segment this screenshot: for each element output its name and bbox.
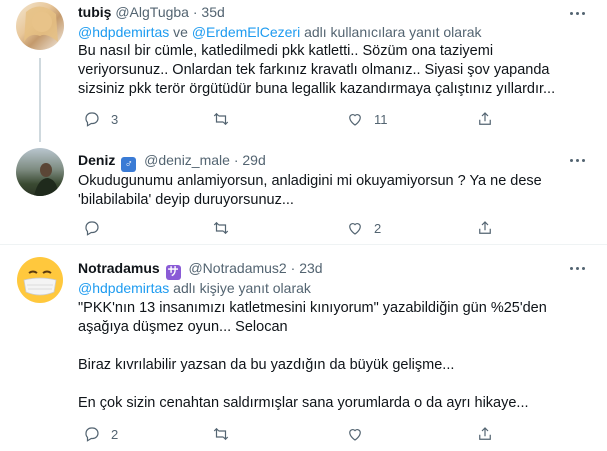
separator-dot: · — [290, 260, 296, 276]
reply-count: 3 — [111, 111, 119, 127]
like-button[interactable] — [346, 424, 374, 444]
display-name[interactable]: Deniz — [78, 152, 115, 168]
share-button[interactable] — [476, 424, 494, 444]
avatar[interactable] — [16, 2, 64, 50]
reply-text: ve — [169, 24, 192, 40]
divider — [0, 244, 607, 245]
share-button[interactable] — [476, 218, 494, 238]
mention-link[interactable]: @hdpdemirtas — [78, 280, 169, 296]
avatar[interactable] — [16, 148, 64, 196]
separator-dot: · — [233, 152, 239, 168]
reply-button[interactable]: 3 — [83, 109, 118, 129]
reply-button[interactable] — [83, 218, 111, 238]
reply-context: @hdpdemirtas adlı kişiye yanıt olarak — [78, 279, 311, 297]
like-count: 11 — [374, 111, 388, 127]
reply-text: adlı kişiye yanıt olarak — [169, 280, 311, 296]
reply-icon — [85, 427, 99, 442]
tweet-time[interactable]: 29d — [242, 152, 265, 168]
mention-link[interactable]: @ErdemElCezeri — [192, 24, 300, 40]
avatar[interactable] — [16, 256, 64, 304]
verified-badge-icon: サ — [165, 265, 181, 280]
male-sign-icon: ♂ — [121, 157, 137, 172]
share-icon — [479, 427, 491, 440]
share-icon — [479, 112, 491, 125]
user-handle[interactable]: @AlgTugba — [115, 4, 189, 20]
tweet-text: Okudugunumu anlamiyorsun, anladigini mi … — [78, 173, 542, 208]
user-handle[interactable]: @deniz_male — [144, 152, 230, 168]
like-icon — [349, 114, 361, 126]
display-name[interactable]: tubiş — [78, 4, 111, 20]
separator-dot: · — [192, 4, 198, 20]
tweet-notradamus[interactable]: Notradamus サ @Notradamus2 · 23d @hdpdemi… — [0, 252, 607, 451]
display-name[interactable]: Notradamus — [78, 260, 160, 276]
like-icon — [349, 223, 361, 235]
retweet-button[interactable] — [212, 424, 240, 444]
tweet-actions: 3 11 — [78, 109, 498, 129]
reply-context: @hdpdemirtas ve @ErdemElCezeri adlı kull… — [78, 23, 482, 41]
tweet-tubis[interactable]: tubiş @AlgTugba · 35d @hdpdemirtas ve @E… — [0, 0, 607, 145]
like-count: 2 — [374, 220, 382, 236]
tweet-time[interactable]: 23d — [299, 260, 322, 276]
like-button[interactable]: 2 — [346, 218, 381, 238]
tweet-deniz[interactable]: Deniz ♂ @deniz_male · 29d Okudugunumu an… — [0, 145, 607, 245]
share-icon — [479, 221, 491, 234]
tweet-time[interactable]: 35d — [201, 4, 224, 20]
share-button[interactable] — [476, 109, 494, 129]
user-handle[interactable]: @Notradamus2 — [188, 260, 286, 276]
tweet-actions: 2 — [78, 424, 498, 444]
tweet-text: Bu nasıl bir cümle, katledilmedi pkk kat… — [78, 43, 556, 97]
mention-link[interactable]: @hdpdemirtas — [78, 24, 169, 40]
like-icon — [349, 429, 361, 441]
reply-text: adlı kullanıcılara yanıt olarak — [300, 24, 482, 40]
reply-button[interactable]: 2 — [83, 424, 118, 444]
tweet-text: "PKK'nın 13 insanımızı katletmesini kını… — [78, 300, 547, 411]
retweet-button[interactable] — [212, 109, 240, 129]
more-icon[interactable] — [567, 153, 587, 167]
more-icon[interactable] — [567, 6, 587, 20]
more-icon[interactable] — [567, 261, 587, 275]
tweet-actions: 2 — [78, 218, 498, 238]
retweet-icon — [213, 221, 229, 235]
like-button[interactable]: 11 — [346, 109, 388, 129]
retweet-button[interactable] — [212, 218, 240, 238]
reply-icon — [85, 112, 99, 127]
retweet-icon — [213, 112, 229, 126]
reply-count: 2 — [111, 426, 119, 442]
retweet-icon — [213, 427, 229, 441]
reply-icon — [85, 221, 99, 236]
